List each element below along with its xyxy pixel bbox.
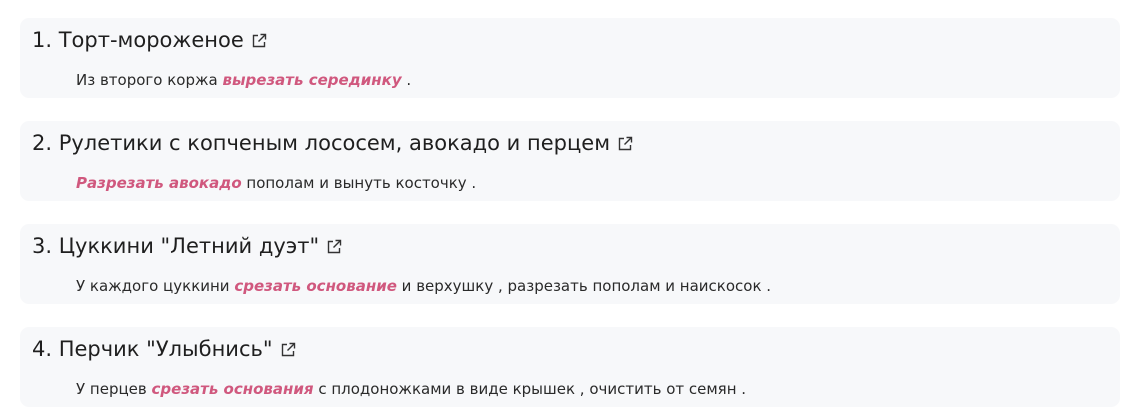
step-highlight: срезать основания bbox=[151, 380, 314, 398]
step-highlight: Разрезать авокадо bbox=[76, 174, 242, 192]
step-text-before: Из второго коржа bbox=[76, 71, 223, 89]
recipe-title-row[interactable]: 1. Торт-мороженое bbox=[32, 26, 268, 54]
external-link-icon[interactable] bbox=[616, 135, 634, 153]
recipe-card: 3. Цуккини "Летний дуэт" У каждого цукки… bbox=[20, 224, 1120, 304]
recipe-title-row[interactable]: 4. Перчик "Улыбнись" bbox=[32, 335, 297, 363]
step-text-after: с плодоножками в виде крышек , очистить … bbox=[313, 380, 747, 398]
recipe-step-text: У перцев срезать основания с плодоножкам… bbox=[76, 379, 746, 399]
external-link-icon[interactable] bbox=[250, 32, 268, 50]
recipe-title-link[interactable]: 4. Перчик "Улыбнись" bbox=[32, 335, 273, 363]
external-link-icon[interactable] bbox=[325, 238, 343, 256]
recipe-card: 4. Перчик "Улыбнись" У перцев срезать ос… bbox=[20, 327, 1120, 407]
step-text-after: . bbox=[401, 71, 412, 89]
step-text-before: У перцев bbox=[76, 380, 152, 398]
recipe-title-row[interactable]: 2. Рулетики с копченым лососем, авокадо … bbox=[32, 129, 634, 157]
recipe-results-list: 1. Торт-мороженое Из второго коржа вырез… bbox=[20, 18, 1120, 407]
recipe-title-link[interactable]: 2. Рулетики с копченым лососем, авокадо … bbox=[32, 129, 610, 157]
recipe-title-link[interactable]: 3. Цуккини "Летний дуэт" bbox=[32, 232, 319, 260]
step-highlight: вырезать серединку bbox=[222, 71, 402, 89]
step-text-after: пополам и вынуть косточку . bbox=[241, 174, 477, 192]
recipe-step-text: У каждого цуккини срезать основание и ве… bbox=[76, 276, 771, 296]
recipe-step-text: Разрезать авокадо пополам и вынуть косто… bbox=[76, 173, 476, 193]
external-link-icon[interactable] bbox=[279, 341, 297, 359]
step-text-after: и верхушку , разрезать пополам и наискос… bbox=[396, 277, 772, 295]
recipe-step-text: Из второго коржа вырезать серединку . bbox=[76, 70, 411, 90]
step-text-before: У каждого цуккини bbox=[76, 277, 235, 295]
recipe-card: 2. Рулетики с копченым лососем, авокадо … bbox=[20, 121, 1120, 201]
recipe-title-link[interactable]: 1. Торт-мороженое bbox=[32, 26, 244, 54]
step-highlight: срезать основание bbox=[234, 277, 397, 295]
recipe-title-row[interactable]: 3. Цуккини "Летний дуэт" bbox=[32, 232, 343, 260]
recipe-card: 1. Торт-мороженое Из второго коржа вырез… bbox=[20, 18, 1120, 98]
